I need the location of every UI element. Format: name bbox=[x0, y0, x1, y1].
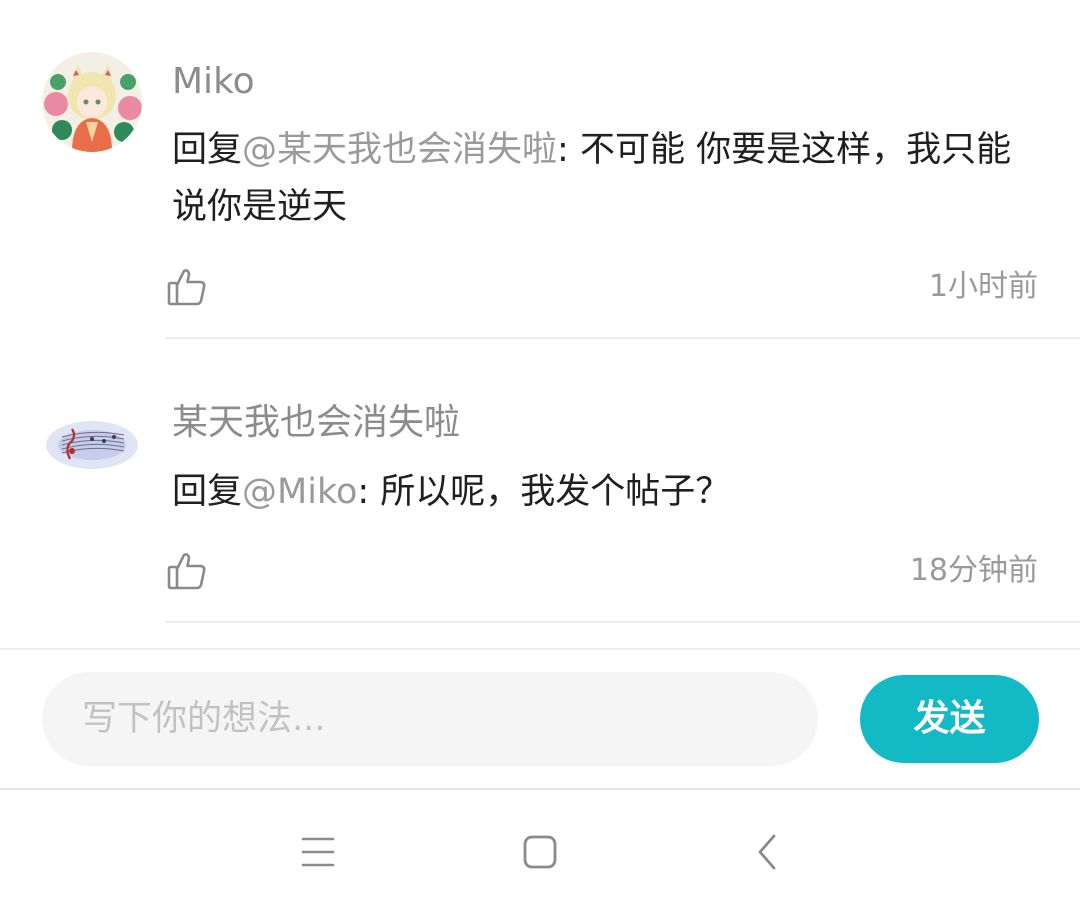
comment-time: 18分钟前 bbox=[909, 553, 1038, 588]
comment-item: 某天我也会消失啦 回复@Miko: 所以呢，我发个帖子？ 18分钟前 bbox=[0, 0, 1080, 640]
back-icon bbox=[758, 834, 776, 870]
divider bbox=[165, 621, 1080, 623]
comment-content: 回复@Miko: 所以呢，我发个帖子？ bbox=[172, 464, 1042, 521]
menu-button[interactable] bbox=[296, 830, 340, 874]
home-button[interactable] bbox=[518, 830, 562, 874]
home-icon bbox=[523, 835, 557, 869]
back-button[interactable] bbox=[746, 830, 790, 874]
comment-input[interactable] bbox=[42, 672, 818, 766]
like-button[interactable] bbox=[166, 550, 208, 592]
menu-icon bbox=[301, 837, 335, 867]
mention-link[interactable]: @Miko bbox=[242, 472, 357, 512]
music-staff-avatar-icon bbox=[42, 395, 142, 495]
comment-text: : 所以呢，我发个帖子？ bbox=[357, 472, 731, 512]
thumbs-up-icon bbox=[167, 553, 206, 590]
comment-username[interactable]: 某天我也会消失啦 bbox=[172, 401, 460, 445]
send-button[interactable]: 发送 bbox=[860, 675, 1039, 763]
comment-composer: 发送 bbox=[0, 648, 1080, 790]
system-navbar bbox=[0, 790, 1080, 916]
reply-prefix: 回复 bbox=[172, 472, 243, 512]
user-avatar[interactable] bbox=[42, 395, 142, 495]
